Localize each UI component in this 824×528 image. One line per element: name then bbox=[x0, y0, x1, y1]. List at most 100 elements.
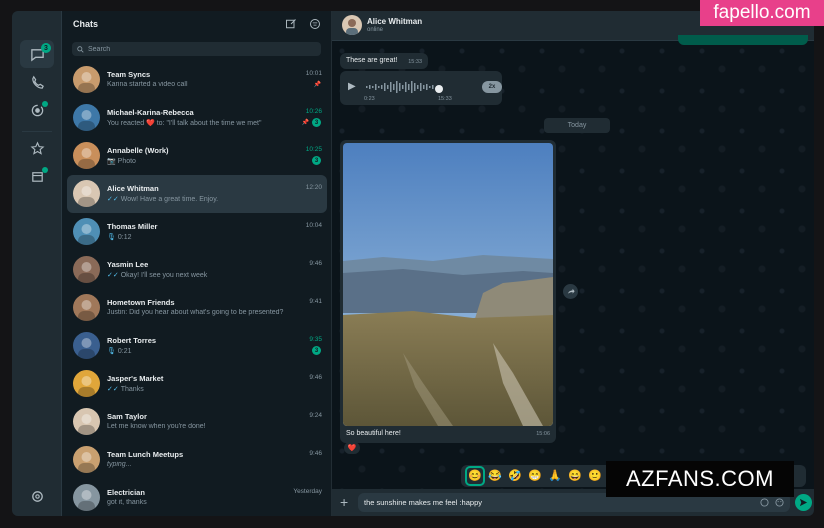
chat-list-item[interactable]: Michael-Karina-Rebecca You reacted ❤️ to… bbox=[67, 99, 327, 137]
search-icon bbox=[77, 45, 84, 53]
chat-preview-text: 0:12 bbox=[117, 233, 132, 241]
chat-list-item[interactable]: Jasper's Market ✓✓ Thanks 9:46 bbox=[67, 365, 327, 403]
chat-name: Thomas Miller bbox=[107, 222, 158, 231]
chat-preview-text: Karina started a video call bbox=[107, 81, 188, 88]
avatar[interactable] bbox=[73, 142, 100, 169]
nav-rail: 3 bbox=[12, 11, 62, 516]
chat-time: Yesterday bbox=[293, 488, 322, 495]
playback-speed-button[interactable]: 2x bbox=[482, 81, 502, 93]
playback-knob[interactable] bbox=[435, 85, 443, 93]
outgoing-message-tail bbox=[678, 35, 808, 45]
avatar[interactable] bbox=[73, 294, 100, 321]
settings-nav-button[interactable] bbox=[20, 482, 54, 510]
chat-list-item[interactable]: Yasmin Lee ✓✓ Okay! I'll see you next we… bbox=[67, 251, 327, 289]
chat-list-item[interactable]: Sam Taylor Let me know when you're done!… bbox=[67, 403, 327, 441]
avatar[interactable] bbox=[73, 370, 100, 397]
chat-time: 12:20 bbox=[305, 184, 322, 191]
message-input[interactable] bbox=[364, 498, 754, 507]
contact-name: Alice Whitman bbox=[367, 17, 423, 26]
voice-message[interactable]: ▶ 0:23 15:33 2x bbox=[340, 71, 502, 105]
avatar[interactable] bbox=[73, 446, 100, 473]
chats-nav-button[interactable]: 3 bbox=[20, 40, 54, 68]
chat-name: Yasmin Lee bbox=[107, 260, 149, 269]
watermark-top: fapello.com bbox=[700, 0, 824, 26]
chat-time: 10:01 bbox=[305, 70, 322, 77]
voice-duration: 0:23 bbox=[364, 96, 375, 102]
read-tick-icon: ✓✓ bbox=[107, 196, 119, 203]
incoming-message[interactable]: These are great! 15:33 bbox=[340, 53, 428, 69]
chat-preview: 🎙 0:12 bbox=[107, 233, 297, 242]
chat-preview-text: 📷 Photo bbox=[107, 158, 136, 165]
phone-icon bbox=[31, 75, 44, 89]
chat-preview-text: got it, thanks bbox=[107, 499, 147, 506]
avatar[interactable] bbox=[73, 104, 100, 131]
avatar[interactable] bbox=[73, 180, 100, 207]
avatar[interactable] bbox=[73, 66, 100, 93]
emoji-suggestion[interactable]: 😄 bbox=[567, 468, 583, 484]
archive-nav-button[interactable] bbox=[20, 162, 54, 190]
avatar[interactable] bbox=[73, 256, 100, 283]
chat-list: Team Syncs Karina started a video call 1… bbox=[67, 61, 327, 516]
read-tick-icon: ✓✓ bbox=[107, 386, 119, 393]
emoji-suggestion[interactable]: 😁 bbox=[527, 468, 543, 484]
chat-list-item[interactable]: Hometown Friends Justin: Did you hear ab… bbox=[67, 289, 327, 327]
emoji-icon[interactable] bbox=[775, 498, 784, 507]
chat-list-item[interactable]: Alice Whitman ✓✓ Wow! Have a great time.… bbox=[67, 175, 327, 213]
chat-list-item[interactable]: Team Syncs Karina started a video call 1… bbox=[67, 61, 327, 99]
chat-name: Michael-Karina-Rebecca bbox=[107, 108, 194, 117]
status-nav-button[interactable] bbox=[20, 96, 54, 124]
chat-time: 9:24 bbox=[309, 412, 322, 419]
chat-preview: ✓✓ Okay! I'll see you next week bbox=[107, 271, 297, 280]
chat-preview: got it, thanks bbox=[107, 499, 297, 506]
chat-time: 9:46 bbox=[309, 260, 322, 267]
chat-name: Team Lunch Meetups bbox=[107, 450, 184, 459]
waveform[interactable] bbox=[366, 80, 438, 94]
calls-nav-button[interactable] bbox=[20, 68, 54, 96]
chat-list-item[interactable]: Team Lunch Meetups typing... 9:46 bbox=[67, 441, 327, 479]
chat-list-item[interactable]: Thomas Miller 🎙 0:12 10:04 bbox=[67, 213, 327, 251]
forward-button[interactable] bbox=[563, 284, 578, 299]
star-icon bbox=[30, 141, 44, 155]
rail-divider bbox=[22, 131, 52, 132]
play-icon[interactable]: ▶ bbox=[348, 81, 356, 92]
search-input[interactable] bbox=[88, 45, 308, 53]
chats-unread-badge: 3 bbox=[41, 43, 51, 53]
chat-preview: Karina started a video call bbox=[107, 81, 297, 88]
send-icon bbox=[799, 498, 808, 507]
search-box[interactable] bbox=[72, 42, 321, 56]
message-reaction[interactable]: ❤️ bbox=[344, 442, 360, 454]
emoji-suggestion[interactable]: 😂 bbox=[487, 468, 503, 484]
chat-preview: ✓✓ Thanks bbox=[107, 385, 297, 394]
new-chat-icon[interactable] bbox=[285, 18, 297, 30]
status-dot bbox=[42, 101, 48, 107]
chat-name: Hometown Friends bbox=[107, 298, 175, 307]
chat-list-item[interactable]: Annabelle (Work) 📷 Photo 10:25 3 bbox=[67, 137, 327, 175]
contact-avatar[interactable] bbox=[342, 15, 362, 35]
avatar[interactable] bbox=[73, 332, 100, 359]
avatar[interactable] bbox=[73, 408, 100, 435]
chat-list-item[interactable]: Electrician got it, thanks Yesterday bbox=[67, 479, 327, 516]
sticker-icon[interactable] bbox=[760, 498, 769, 507]
chat-name: Jasper's Market bbox=[107, 374, 164, 383]
voice-time: 15:33 bbox=[438, 96, 452, 102]
chat-preview-text: Wow! Have a great time. Enjoy. bbox=[120, 195, 219, 203]
chat-preview: You reacted ❤️ to: "I'll talk about the … bbox=[107, 119, 297, 127]
emoji-suggestion[interactable]: 🤣 bbox=[507, 468, 523, 484]
avatar[interactable] bbox=[73, 484, 100, 511]
chat-name: Annabelle (Work) bbox=[107, 146, 169, 155]
photo-message[interactable]: So beautiful here! 15:06 bbox=[340, 140, 556, 443]
chat-list-item[interactable]: Robert Torres 🎙 0:21 9:35 3 bbox=[67, 327, 327, 365]
emoji-suggestion[interactable]: 🙏 bbox=[547, 468, 563, 484]
emoji-suggestion[interactable]: 🙂 bbox=[587, 468, 603, 484]
filter-icon[interactable] bbox=[309, 18, 321, 30]
field-icons bbox=[760, 498, 784, 507]
unread-badge: 3 bbox=[312, 118, 321, 127]
avatar[interactable] bbox=[73, 218, 100, 245]
read-tick-icon: ✓✓ bbox=[107, 272, 119, 279]
attach-icon[interactable]: + bbox=[340, 494, 348, 510]
forward-icon bbox=[567, 288, 575, 294]
photo-image[interactable] bbox=[343, 143, 553, 426]
emoji-suggestion[interactable]: 😊 bbox=[465, 466, 485, 486]
starred-nav-button[interactable] bbox=[20, 134, 54, 162]
send-button[interactable] bbox=[795, 494, 812, 511]
